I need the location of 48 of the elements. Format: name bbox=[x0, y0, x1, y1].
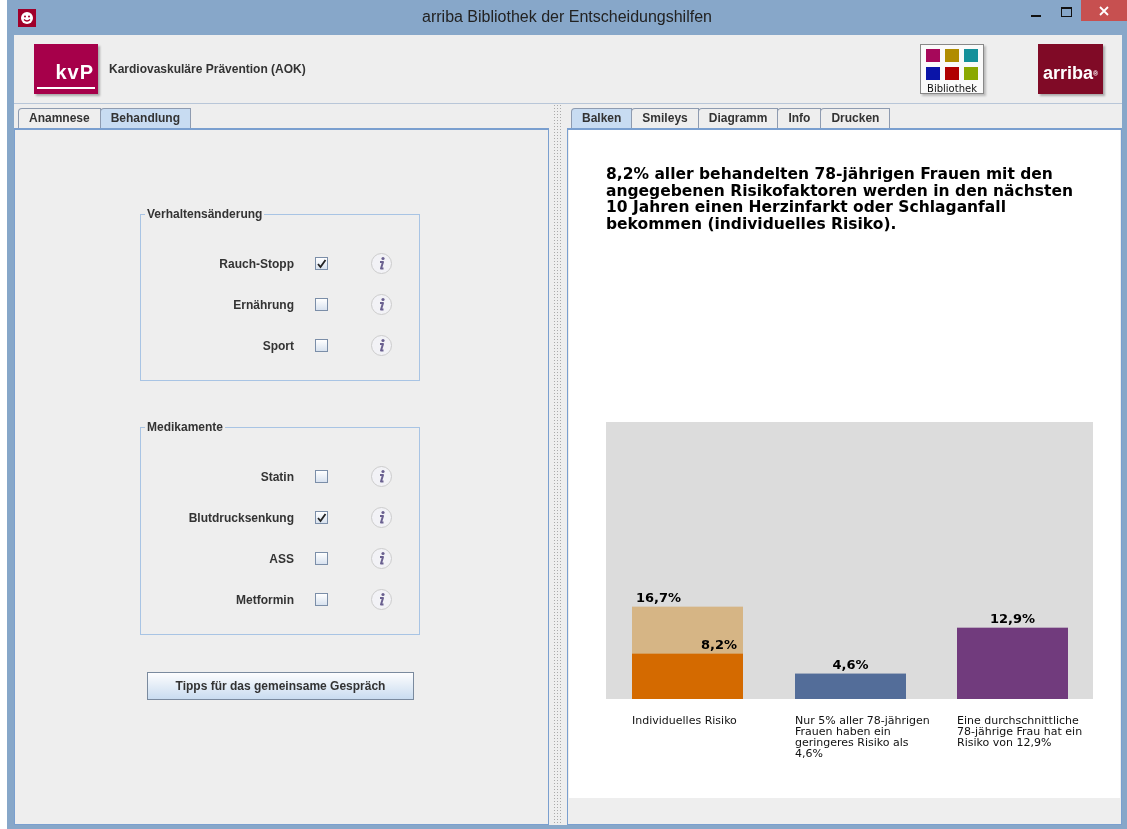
maximize-icon bbox=[1060, 7, 1072, 17]
option-label: Sport bbox=[261, 338, 294, 353]
minimize-icon bbox=[1031, 14, 1041, 17]
option-label: Metformin bbox=[235, 592, 294, 607]
option-label: Blutdrucksenkung bbox=[187, 510, 294, 525]
group-title: Medikamente bbox=[145, 420, 226, 434]
checkbox[interactable] bbox=[315, 257, 328, 270]
tab[interactable]: Balken bbox=[571, 108, 633, 128]
tab[interactable]: Behandlung bbox=[99, 108, 192, 128]
library-button[interactable]: Bibliothek bbox=[920, 44, 984, 94]
info-icon[interactable] bbox=[371, 466, 392, 487]
info-icon[interactable] bbox=[371, 335, 392, 356]
smiley-icon bbox=[18, 8, 36, 27]
value-label: 12,9% bbox=[989, 610, 1036, 626]
category-label: Individuelles Risiko bbox=[632, 715, 738, 729]
close-icon bbox=[1099, 5, 1109, 16]
category-label: Eine durchschnittliche 78-jährige Frau hat ein Risiko von 12,9% bbox=[957, 715, 1084, 751]
option-label: ASS bbox=[268, 551, 294, 566]
tab[interactable]: Drucken bbox=[820, 108, 891, 128]
checkbox[interactable] bbox=[315, 470, 328, 483]
value-label: 4,6% bbox=[832, 656, 869, 672]
info-icon[interactable] bbox=[371, 548, 392, 569]
option-label: Rauch-Stopp bbox=[218, 256, 294, 271]
checkbox[interactable] bbox=[315, 593, 328, 606]
group-title: Verhaltensänderung bbox=[145, 207, 265, 221]
tab[interactable]: Diagramm bbox=[697, 108, 779, 128]
info-icon[interactable] bbox=[371, 507, 392, 528]
checkbox[interactable] bbox=[315, 511, 328, 524]
checkbox[interactable] bbox=[315, 339, 328, 352]
option-label: Statin bbox=[259, 469, 294, 484]
tab[interactable]: Smileys bbox=[631, 108, 699, 128]
close-button[interactable] bbox=[1081, 0, 1127, 21]
module-title: Kardiovaskuläre Prävention (AOK) bbox=[109, 62, 306, 76]
info-icon[interactable] bbox=[371, 589, 392, 610]
value-label: 8,2% bbox=[700, 636, 737, 652]
info-icon[interactable] bbox=[371, 253, 392, 274]
info-icon[interactable] bbox=[371, 294, 392, 315]
tips-button[interactable]: Tipps für das gemeinsame Gespräch bbox=[147, 672, 414, 700]
arriba-logo: arriba$^{®}$ bbox=[1038, 44, 1103, 94]
kvp-logo: kvP bbox=[34, 44, 98, 94]
value-label: 16,7% bbox=[636, 589, 682, 605]
category-label: Nur 5% aller 78-jährigen Frauen haben ein geringeres Risiko als 4,6% bbox=[795, 715, 931, 759]
headline: 8,2% aller behandelten 78-jährigen Frauen mit den angegebenen Risikofaktoren werden in den nächsten 10 Jahren einen Herzinfarkt oder Schlaganfall bekommen (individuelles Risiko). bbox=[606, 166, 1074, 232]
tab[interactable]: Anamnese bbox=[18, 108, 101, 128]
checkbox[interactable] bbox=[315, 552, 328, 565]
checkbox[interactable] bbox=[315, 298, 328, 311]
window-title: arriba Bibliothek der Entscheidungshilfen bbox=[422, 8, 712, 25]
option-label: Ernährung bbox=[232, 297, 294, 312]
